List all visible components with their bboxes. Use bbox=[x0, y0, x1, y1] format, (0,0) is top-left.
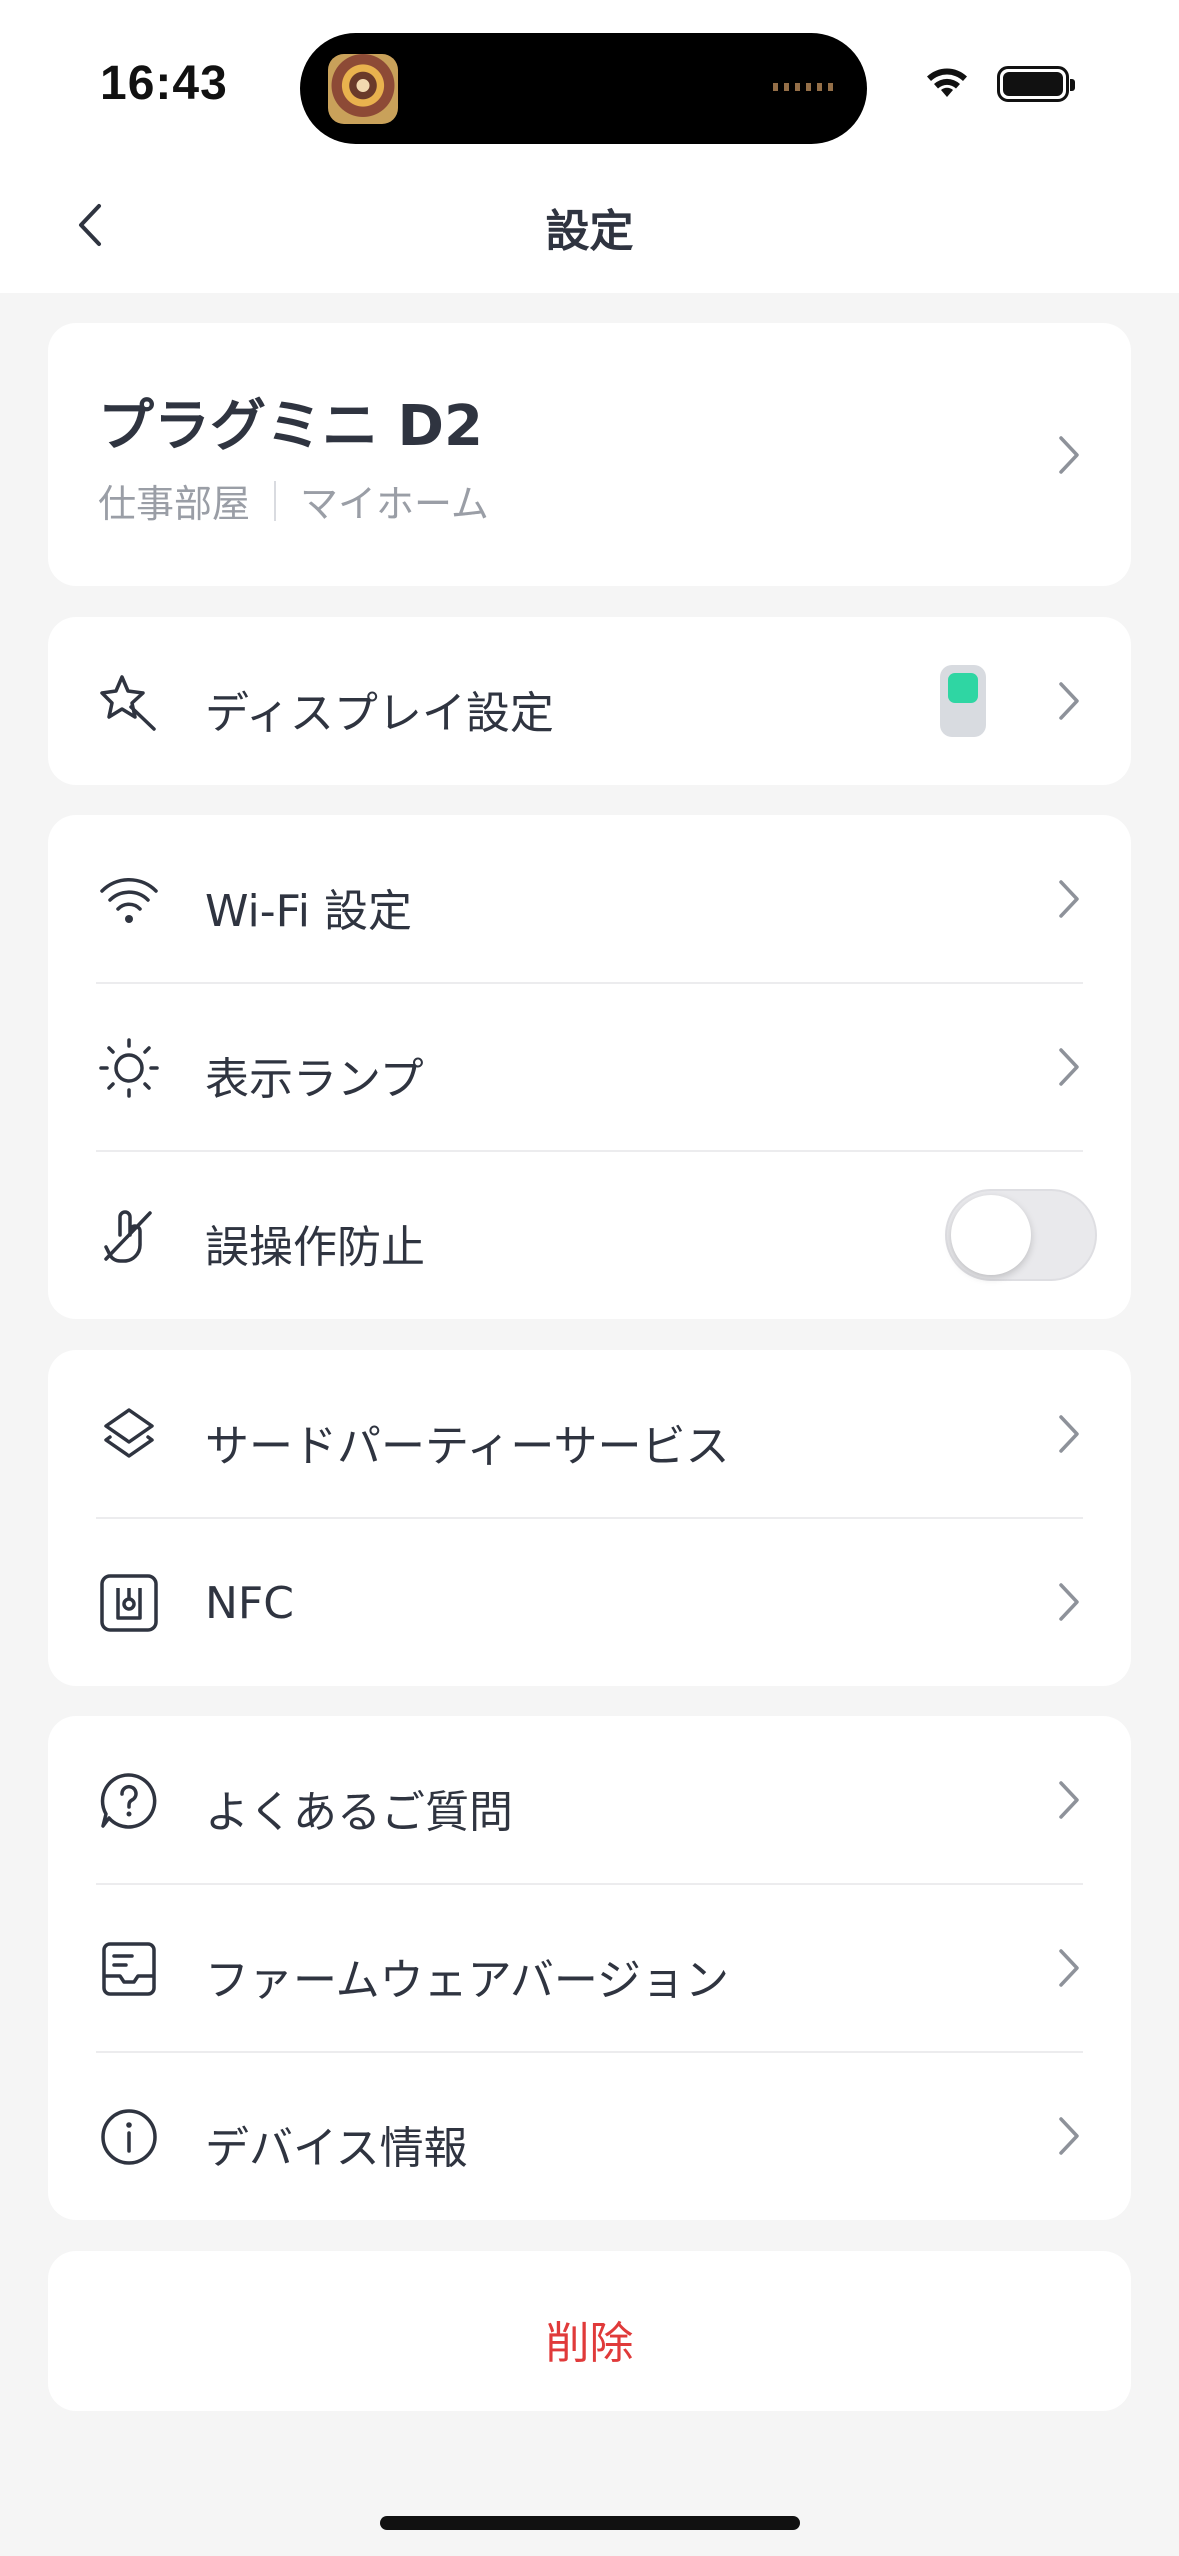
wifi-icon bbox=[98, 869, 160, 931]
chevron-right-icon bbox=[1049, 681, 1089, 721]
help-icon bbox=[98, 1770, 160, 1832]
page-title: 設定 bbox=[545, 206, 634, 257]
audio-waveform-icon bbox=[773, 83, 837, 91]
nfc-icon bbox=[98, 1572, 160, 1634]
device-info-label: デバイス情報 bbox=[205, 2123, 468, 2174]
child-lock-label: 誤操作防止 bbox=[205, 1222, 425, 1273]
status-icons bbox=[925, 66, 1075, 102]
display-settings-label: ディスプレイ設定 bbox=[205, 688, 554, 739]
chevron-right-icon bbox=[1049, 879, 1089, 919]
chevron-right-icon bbox=[1049, 1047, 1089, 1087]
display-settings-card: ディスプレイ設定 bbox=[48, 617, 1131, 785]
display-settings-row[interactable]: ディスプレイ設定 bbox=[48, 617, 1131, 785]
toggle-knob bbox=[951, 1195, 1031, 1275]
now-playing-artwork bbox=[328, 54, 398, 124]
indicator-lamp-row[interactable]: 表示ランプ bbox=[48, 983, 1131, 1151]
info-icon bbox=[98, 2106, 160, 2168]
status-bar: 16:43 bbox=[0, 0, 1179, 165]
child-lock-row: 誤操作防止 bbox=[48, 1151, 1131, 1319]
child-lock-toggle[interactable] bbox=[945, 1189, 1097, 1281]
services-card: サードパーティーサービス NFC bbox=[48, 1350, 1131, 1686]
firmware-icon bbox=[98, 1938, 160, 2000]
device-info-row[interactable]: デバイス情報 bbox=[48, 2052, 1131, 2220]
device-name: プラグミニ D2 bbox=[98, 394, 483, 459]
wifi-settings-label: Wi-Fi 設定 bbox=[205, 886, 412, 937]
device-room: 仕事部屋 bbox=[98, 482, 251, 526]
magic-wand-icon bbox=[98, 671, 160, 733]
device-home: マイホーム bbox=[300, 482, 489, 526]
delete-button[interactable]: 削除 bbox=[48, 2251, 1131, 2411]
chevron-right-icon bbox=[1049, 1414, 1089, 1454]
third-party-services-row[interactable]: サードパーティーサービス bbox=[48, 1350, 1131, 1518]
nfc-label: NFC bbox=[205, 1578, 294, 1629]
layers-icon bbox=[98, 1404, 160, 1466]
home-indicator[interactable] bbox=[380, 2516, 800, 2530]
chevron-right-icon bbox=[1049, 2116, 1089, 2156]
wifi-settings-row[interactable]: Wi-Fi 設定 bbox=[48, 815, 1131, 983]
third-party-services-label: サードパーティーサービス bbox=[205, 1421, 730, 1472]
info-card: よくあるご質問 ファームウェアバージョン デバイス情報 bbox=[48, 1716, 1131, 2220]
sun-icon bbox=[98, 1037, 160, 1099]
battery-icon bbox=[997, 66, 1075, 102]
chevron-right-icon bbox=[1049, 1948, 1089, 1988]
firmware-version-row[interactable]: ファームウェアバージョン bbox=[48, 1884, 1131, 2052]
navigation-bar: 設定 bbox=[0, 165, 1179, 293]
chevron-right-icon bbox=[1049, 1582, 1089, 1622]
no-touch-icon bbox=[98, 1205, 160, 1267]
chevron-right-icon bbox=[1049, 435, 1089, 475]
firmware-version-label: ファームウェアバージョン bbox=[205, 1955, 730, 2006]
indicator-lamp-label: 表示ランプ bbox=[205, 1054, 424, 1105]
device-location: 仕事部屋 マイホーム bbox=[98, 473, 489, 528]
separator bbox=[274, 480, 277, 521]
faq-label: よくあるご質問 bbox=[205, 1787, 513, 1838]
faq-row[interactable]: よくあるご質問 bbox=[48, 1716, 1131, 1884]
connectivity-card: Wi-Fi 設定 表示ランプ 誤操作防止 bbox=[48, 815, 1131, 1319]
display-preview-thumbnail bbox=[940, 665, 986, 737]
chevron-right-icon bbox=[1049, 1780, 1089, 1820]
device-card[interactable]: プラグミニ D2 仕事部屋 マイホーム bbox=[48, 323, 1131, 586]
dynamic-island bbox=[300, 33, 867, 144]
nfc-row[interactable]: NFC bbox=[48, 1518, 1131, 1686]
wifi-signal-icon bbox=[925, 67, 969, 101]
status-time: 16:43 bbox=[100, 57, 228, 110]
delete-label: 削除 bbox=[545, 2318, 634, 2369]
